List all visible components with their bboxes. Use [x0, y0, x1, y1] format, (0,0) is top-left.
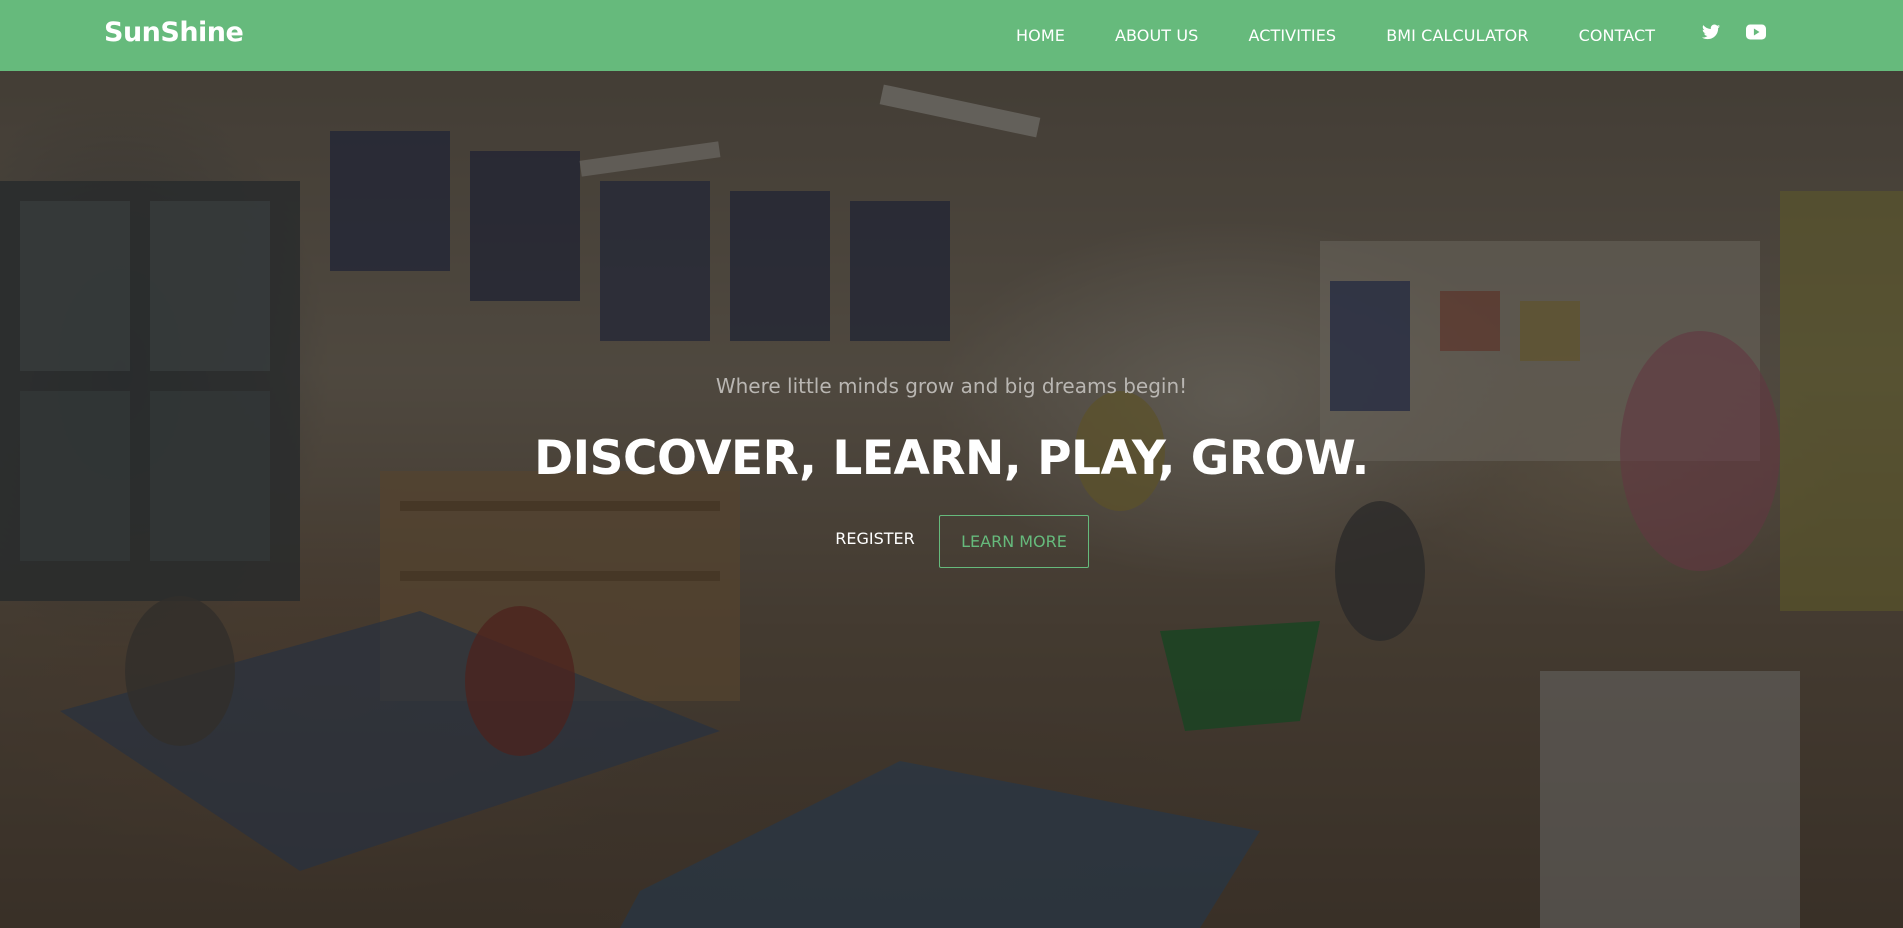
- nav-item-contact: CONTACT: [1579, 26, 1656, 45]
- hero-headline: DISCOVER, LEARN, PLAY, GROW.: [534, 431, 1369, 486]
- twitter-icon[interactable]: [1702, 24, 1720, 40]
- main-menu: HOME ABOUT US ACTIVITIES BMI CALCULATOR …: [1016, 0, 1705, 71]
- learn-more-button[interactable]: LEARN MORE: [939, 515, 1089, 568]
- nav-link-home[interactable]: HOME: [1016, 26, 1065, 45]
- nav-item-home: HOME: [1016, 26, 1065, 45]
- register-button[interactable]: REGISTER: [820, 511, 930, 565]
- top-navbar: SunShine HOME ABOUT US ACTIVITIES BMI CA…: [0, 0, 1903, 71]
- nav-item-activities: ACTIVITIES: [1248, 26, 1336, 45]
- hero-section: Where little minds grow and big dreams b…: [0, 71, 1903, 928]
- nav-item-bmi: BMI CALCULATOR: [1386, 26, 1528, 45]
- youtube-icon[interactable]: [1746, 24, 1766, 40]
- nav-link-bmi-calculator[interactable]: BMI CALCULATOR: [1386, 26, 1528, 45]
- hero-content: Where little minds grow and big dreams b…: [0, 71, 1903, 928]
- nav-link-contact[interactable]: CONTACT: [1579, 26, 1656, 45]
- hero-tagline: Where little minds grow and big dreams b…: [715, 374, 1188, 398]
- brand-logo[interactable]: SunShine: [104, 17, 244, 48]
- nav-item-about: ABOUT US: [1115, 26, 1198, 45]
- nav-link-about-us[interactable]: ABOUT US: [1115, 26, 1198, 45]
- nav-link-activities[interactable]: ACTIVITIES: [1248, 26, 1336, 45]
- social-links: [1702, 24, 1766, 40]
